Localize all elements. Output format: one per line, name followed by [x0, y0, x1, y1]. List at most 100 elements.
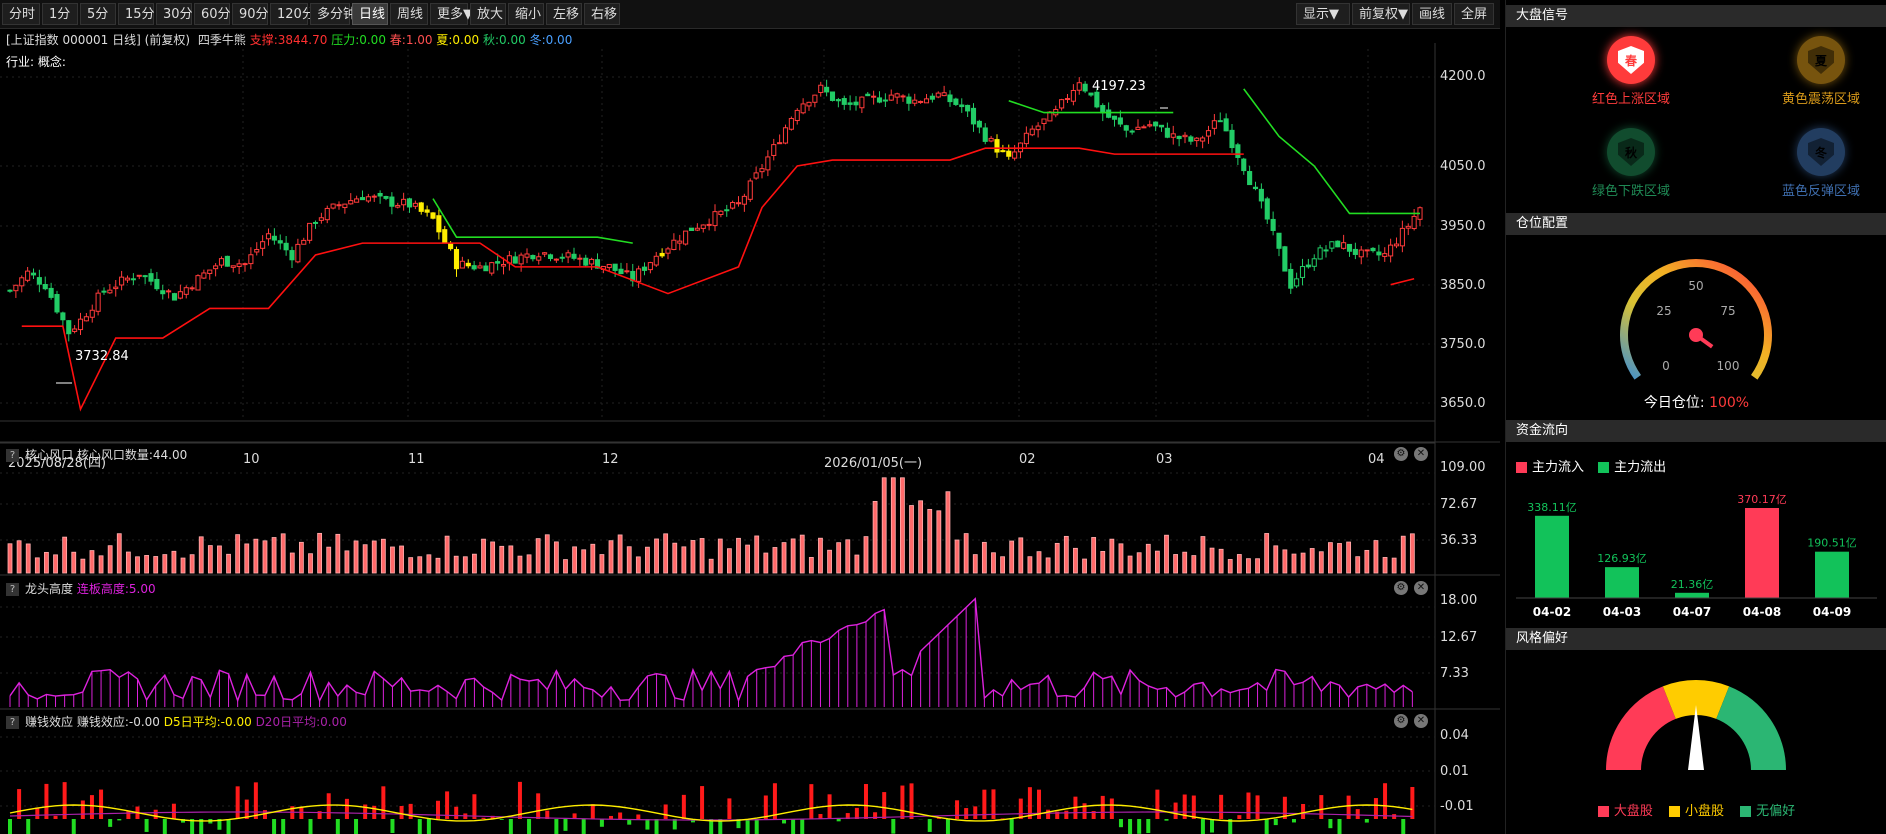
effect-bar	[1118, 819, 1123, 828]
toolbar-button[interactable]: 缩小	[508, 3, 544, 25]
effect-bar	[1337, 819, 1342, 834]
candle-body	[741, 195, 747, 205]
candle-body	[1388, 244, 1394, 257]
panel2-tick: 18.00	[1440, 593, 1478, 608]
help-icon[interactable]: ?	[6, 449, 19, 462]
toolbar-button[interactable]: 90分	[232, 3, 269, 25]
gear-icon[interactable]: ⚙	[1394, 581, 1408, 595]
season-label: 绿色下跌区域	[1591, 184, 1670, 199]
toolbar-button[interactable]: 左移	[546, 3, 582, 25]
effect-bar	[253, 782, 258, 819]
candle-body	[1153, 121, 1159, 127]
candle-body	[1111, 115, 1118, 120]
candle-body	[947, 94, 953, 103]
help-icon[interactable]: ?	[6, 583, 19, 596]
legend-swatch	[1597, 806, 1609, 817]
close-icon[interactable]: ✕	[1414, 447, 1428, 461]
gauge-tick: 50	[1688, 279, 1703, 293]
candle-body	[700, 224, 706, 229]
candle-body	[1217, 120, 1223, 123]
candle-body	[1241, 158, 1247, 172]
toolbar-button[interactable]: 右移	[584, 3, 620, 25]
style-legend-small: 小盘股	[1684, 804, 1724, 819]
effect-bar	[1064, 810, 1069, 819]
wind-bar	[617, 534, 623, 574]
candle-body	[242, 263, 248, 266]
wind-bar	[1109, 538, 1115, 574]
wind-bar	[1337, 543, 1342, 574]
effect-bar	[836, 819, 841, 822]
wind-bar	[107, 545, 113, 574]
gear-icon[interactable]: ⚙	[1394, 447, 1408, 461]
toolbar-button[interactable]: 5分	[80, 3, 116, 25]
wind-bar	[71, 551, 77, 574]
toolbar-button[interactable]: 30分	[156, 3, 193, 25]
candle-body	[365, 196, 371, 202]
toolbar-button[interactable]: 画线	[1412, 3, 1452, 25]
wind-bar	[417, 556, 423, 574]
toolbar-button[interactable]: 全屏	[1454, 3, 1494, 25]
toolbar-button[interactable]: 更多▼	[430, 3, 473, 25]
candle-body	[1411, 215, 1417, 230]
toolbar-button[interactable]: 日线	[352, 3, 388, 25]
candle-body	[1064, 98, 1071, 101]
panel1-tick: 36.33	[1440, 533, 1478, 548]
candle-body	[1276, 232, 1282, 249]
toolbar-button[interactable]: 多分钟	[310, 3, 356, 25]
wind-bar	[1191, 555, 1197, 574]
gauge-tick: 75	[1720, 304, 1735, 318]
toolbar-button[interactable]: 显示▼	[1296, 3, 1350, 25]
candle-body	[1205, 130, 1212, 137]
wind-bar	[1227, 559, 1233, 574]
wind-bar	[34, 557, 40, 574]
wind-bar	[635, 556, 641, 574]
toolbar-button[interactable]: 周线	[390, 3, 428, 25]
effect-bar	[1191, 795, 1196, 819]
toolbar-button[interactable]: 前复权▼	[1352, 3, 1410, 25]
wind-bar	[1164, 534, 1169, 574]
toolbar-button[interactable]: 60分	[194, 3, 231, 25]
flow-date-label: 04-02	[1533, 605, 1571, 619]
toolbar-button[interactable]: 15分	[118, 3, 155, 25]
wind-bar	[144, 555, 149, 574]
flow-value-label: 338.11亿	[1527, 501, 1577, 514]
toolbar-button[interactable]: 分时	[2, 3, 40, 25]
toolbar-button[interactable]: 1分	[42, 3, 78, 25]
candle-body	[859, 96, 865, 109]
wind-bar	[1409, 533, 1415, 574]
wind-bar	[25, 543, 31, 574]
effect-bar	[308, 819, 313, 834]
toolbar-button[interactable]: 放大	[470, 3, 506, 25]
gear-icon[interactable]: ⚙	[1394, 714, 1408, 728]
candle-body	[1294, 278, 1300, 287]
toolbar-button[interactable]: 120分	[270, 3, 315, 25]
wind-bar	[235, 534, 241, 574]
candle-body	[1176, 135, 1182, 140]
season-shield-icon: 秋	[1607, 128, 1655, 176]
candle-body	[1299, 266, 1306, 278]
date-tick: 04	[1368, 452, 1385, 467]
wind-bar	[353, 540, 359, 574]
candle-body	[371, 195, 377, 198]
wind-bar	[408, 557, 414, 574]
wind-bar	[972, 554, 978, 574]
legend-swatch	[1516, 462, 1527, 473]
effect-bar	[590, 804, 595, 819]
candle-body	[641, 266, 648, 271]
candle-body	[1035, 125, 1041, 131]
candle-body	[853, 101, 859, 106]
close-icon[interactable]: ✕	[1414, 714, 1428, 728]
close-icon[interactable]: ✕	[1414, 581, 1428, 595]
wind-bar	[444, 535, 450, 574]
effect-bar	[1255, 795, 1260, 819]
candle-body	[1158, 124, 1165, 128]
price-tick: 4050.0	[1440, 159, 1486, 174]
candle-body	[912, 99, 918, 104]
candle-body	[1264, 198, 1270, 220]
candle-body	[647, 262, 653, 271]
candle-body	[1229, 129, 1235, 149]
wind-bar	[1054, 542, 1060, 574]
help-icon[interactable]: ?	[6, 716, 19, 729]
season-shield-icon: 春	[1607, 36, 1655, 84]
money-effect-bars	[8, 781, 1415, 834]
